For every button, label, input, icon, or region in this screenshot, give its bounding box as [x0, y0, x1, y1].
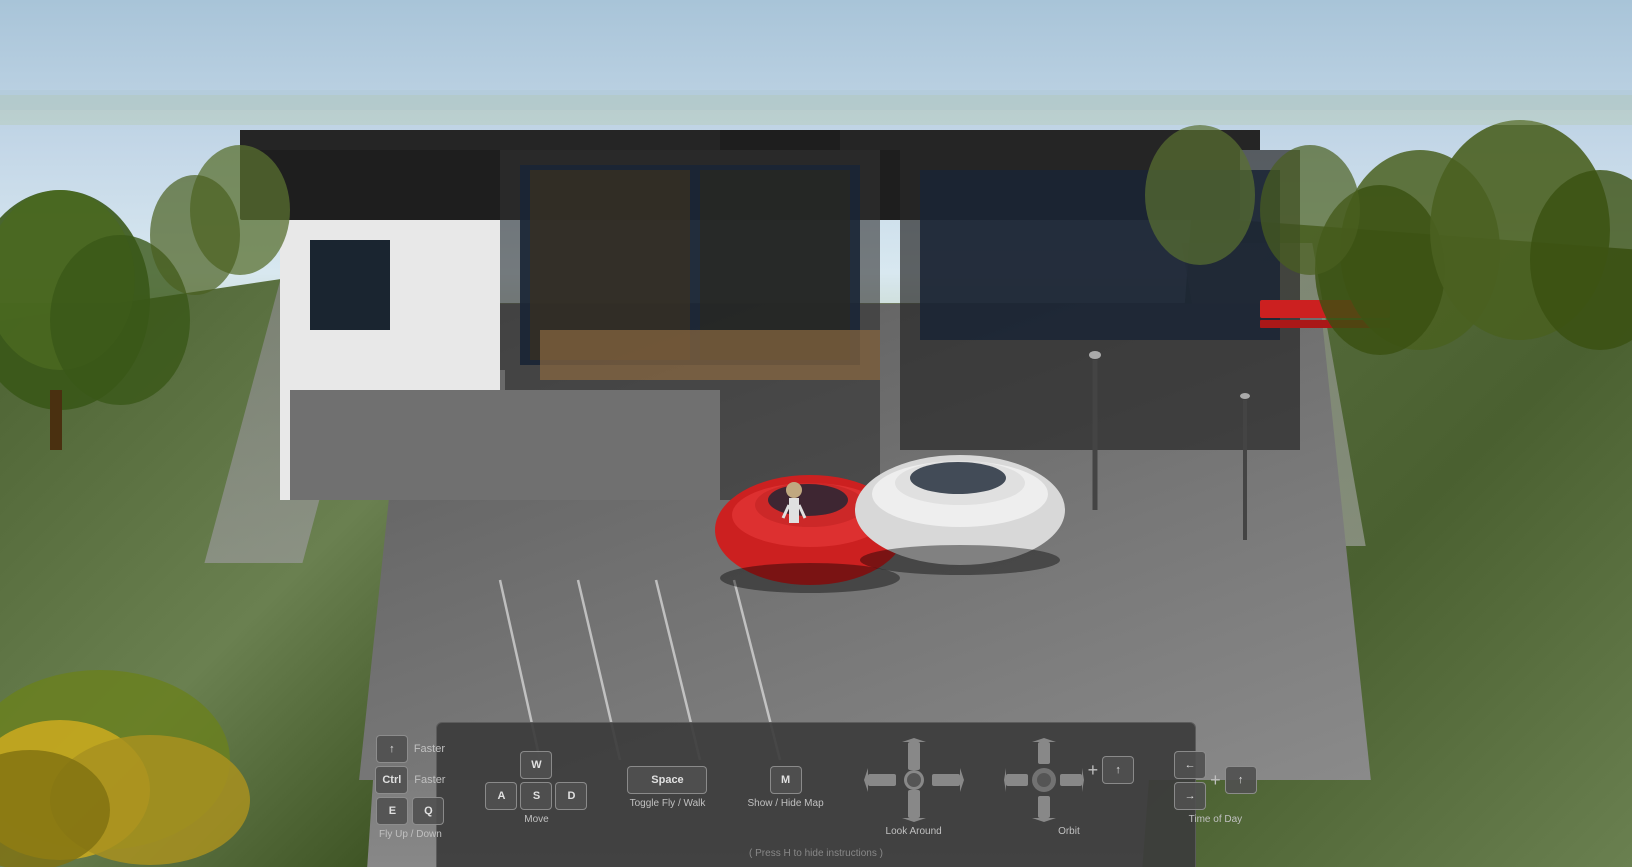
time-label: Time of Day [1189, 814, 1243, 825]
faster-label: Faster [414, 774, 445, 786]
hide-hint: ( Press H to hide instructions ) [453, 848, 1179, 859]
look-around-icon [864, 738, 964, 822]
fly-label: Fly Up / Down [379, 829, 442, 840]
hud-panel: ↑ Faster Ctrl Faster E Q Fly Up / Dow [436, 722, 1196, 867]
key-w[interactable]: W [520, 751, 552, 779]
viewport: ↑ Faster Ctrl Faster E Q Fly Up / Dow [0, 0, 1632, 867]
key-space[interactable]: Space [627, 766, 707, 794]
hud-controls-row: ↑ Faster Ctrl Faster E Q Fly Up / Dow [453, 735, 1179, 840]
time-keys: ← → + ↑ [1174, 751, 1257, 810]
map-label: Show / Hide Map [747, 798, 823, 809]
orbit-label: Orbit [1058, 826, 1080, 837]
hud-group-time: ← → + ↑ Time of Day [1174, 751, 1257, 825]
key-orbit-up[interactable]: ↑ [1102, 756, 1134, 784]
hud-group-orbit: + ↑ Orbit [1004, 738, 1135, 837]
fly-keys: ↑ Faster Ctrl Faster E Q [375, 735, 445, 825]
driveway [359, 303, 1371, 780]
hud-group-fly: ↑ Faster Ctrl Faster E Q Fly Up / Dow [375, 735, 445, 840]
fast-label: Faster [414, 743, 445, 755]
key-ctrl[interactable]: Ctrl [375, 766, 408, 794]
move-label: Move [524, 814, 548, 825]
hud-group-move: W A S D Move [485, 751, 587, 825]
orbit-keys: + ↑ [1004, 738, 1135, 822]
key-s[interactable]: S [520, 782, 552, 810]
key-a[interactable]: A [485, 782, 517, 810]
key-time-right[interactable]: → [1174, 782, 1206, 810]
hud-group-look: Look Around [864, 738, 964, 837]
hud-group-map: M Show / Hide Map [747, 766, 823, 809]
key-m[interactable]: M [770, 766, 802, 794]
key-time-up[interactable]: ↑ [1225, 766, 1257, 794]
key-time-left[interactable]: ← [1174, 751, 1206, 779]
toggle-label: Toggle Fly / Walk [630, 798, 706, 809]
key-up-arrow[interactable]: ↑ [376, 735, 408, 763]
hud-group-toggle: Space Toggle Fly / Walk [627, 766, 707, 809]
wasd-keys: W A S D [485, 751, 587, 810]
look-around-label: Look Around [886, 826, 942, 837]
key-d[interactable]: D [555, 782, 587, 810]
key-e[interactable]: E [376, 797, 408, 825]
key-q[interactable]: Q [412, 797, 444, 825]
